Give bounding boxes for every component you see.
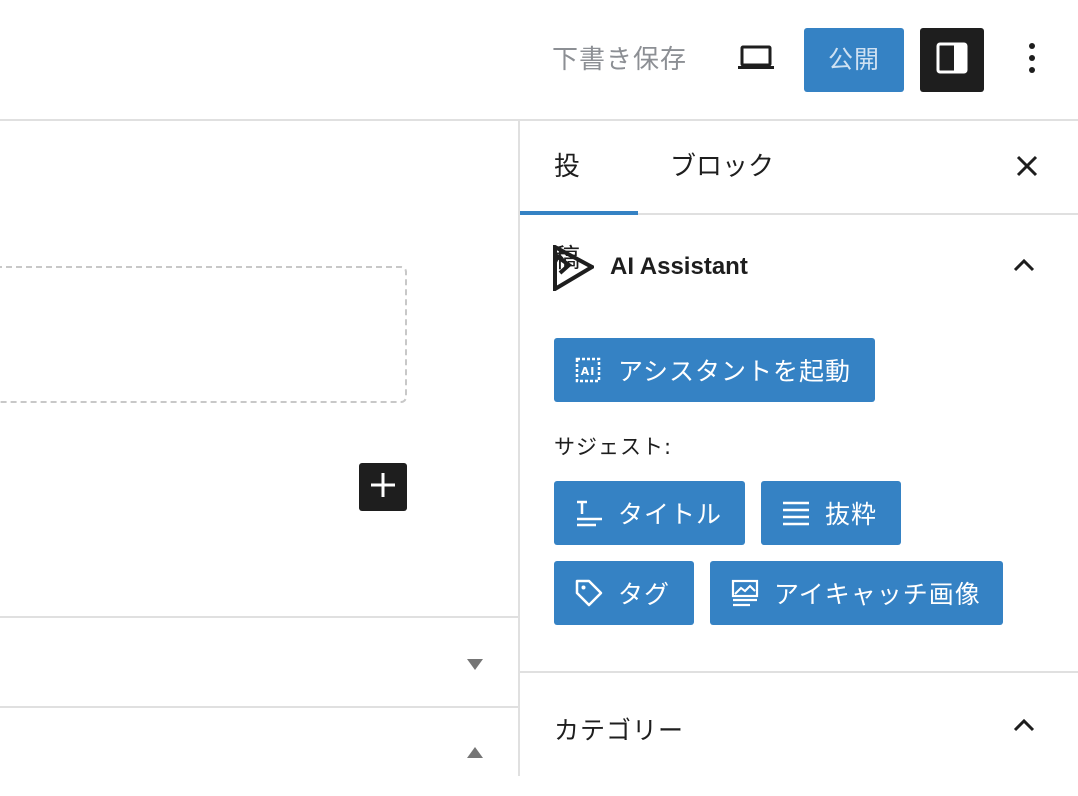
ai-assistant-logo-icon bbox=[552, 243, 597, 295]
tab-post[interactable]: 投稿 bbox=[520, 121, 638, 274]
suggest-featured-image-button[interactable]: アイキャッチ画像 bbox=[710, 561, 1003, 625]
meta-panel-collapsed[interactable] bbox=[0, 616, 519, 706]
suggest-tag-button[interactable]: タグ bbox=[554, 561, 694, 625]
category-panel[interactable]: カテゴリー bbox=[520, 673, 1078, 776]
ai-chip-icon: AI bbox=[572, 354, 604, 386]
chevron-up-icon[interactable] bbox=[1012, 717, 1036, 736]
caret-up-icon bbox=[466, 744, 484, 763]
suggest-excerpt-label: 抜粋 bbox=[825, 500, 878, 529]
suggest-excerpt-button[interactable]: 抜粋 bbox=[761, 481, 901, 545]
sidebar-toggle-icon bbox=[936, 42, 968, 78]
laptop-icon bbox=[736, 44, 776, 76]
preview-button[interactable] bbox=[733, 42, 779, 78]
publish-button[interactable]: 公開 bbox=[804, 28, 904, 92]
caret-down-icon bbox=[466, 656, 484, 675]
tag-icon bbox=[574, 578, 604, 608]
excerpt-lines-icon bbox=[781, 498, 811, 528]
suggest-title-label: タイトル bbox=[618, 500, 723, 529]
launch-assistant-label: アシスタントを起動 bbox=[618, 357, 852, 386]
block-inserter-button[interactable] bbox=[359, 463, 407, 511]
ai-assistant-panel: AI Assistant AI アシスタントを起動 サジェスト: タイトル 抜粋… bbox=[520, 215, 1078, 673]
category-panel-title: カテゴリー bbox=[554, 716, 685, 745]
suggest-title-button[interactable]: タイトル bbox=[554, 481, 745, 545]
plus-icon bbox=[370, 472, 396, 502]
chevron-up-icon[interactable] bbox=[1012, 257, 1036, 276]
featured-image-icon bbox=[730, 578, 760, 608]
title-icon bbox=[574, 498, 604, 528]
more-vertical-icon bbox=[1028, 42, 1036, 78]
sidebar-tabs: 投稿 ブロック bbox=[520, 121, 1078, 274]
launch-assistant-button[interactable]: AI アシスタントを起動 bbox=[554, 338, 875, 402]
save-draft-button[interactable]: 下書き保存 bbox=[552, 40, 687, 80]
block-placeholder[interactable] bbox=[0, 266, 407, 403]
tab-block[interactable]: ブロック bbox=[636, 121, 808, 215]
settings-toggle-button[interactable] bbox=[920, 28, 984, 92]
suggest-label: サジェスト: bbox=[554, 435, 673, 459]
suggest-tag-label: タグ bbox=[618, 580, 671, 609]
ai-panel-title: AI Assistant bbox=[610, 253, 748, 280]
meta-panel-expanded[interactable] bbox=[0, 706, 519, 796]
settings-sidebar: 投稿 ブロック AI Assistant AI アシスタントを起動 サジェスト:… bbox=[518, 121, 1078, 776]
editor-header: 下書き保存 公開 bbox=[0, 0, 1078, 121]
svg-text:AI: AI bbox=[581, 365, 596, 378]
close-icon bbox=[1015, 154, 1039, 182]
more-options-button[interactable] bbox=[1014, 40, 1050, 80]
suggest-featured-image-label: アイキャッチ画像 bbox=[774, 580, 981, 609]
close-sidebar-button[interactable] bbox=[1010, 151, 1044, 185]
editor-canvas bbox=[0, 121, 519, 776]
